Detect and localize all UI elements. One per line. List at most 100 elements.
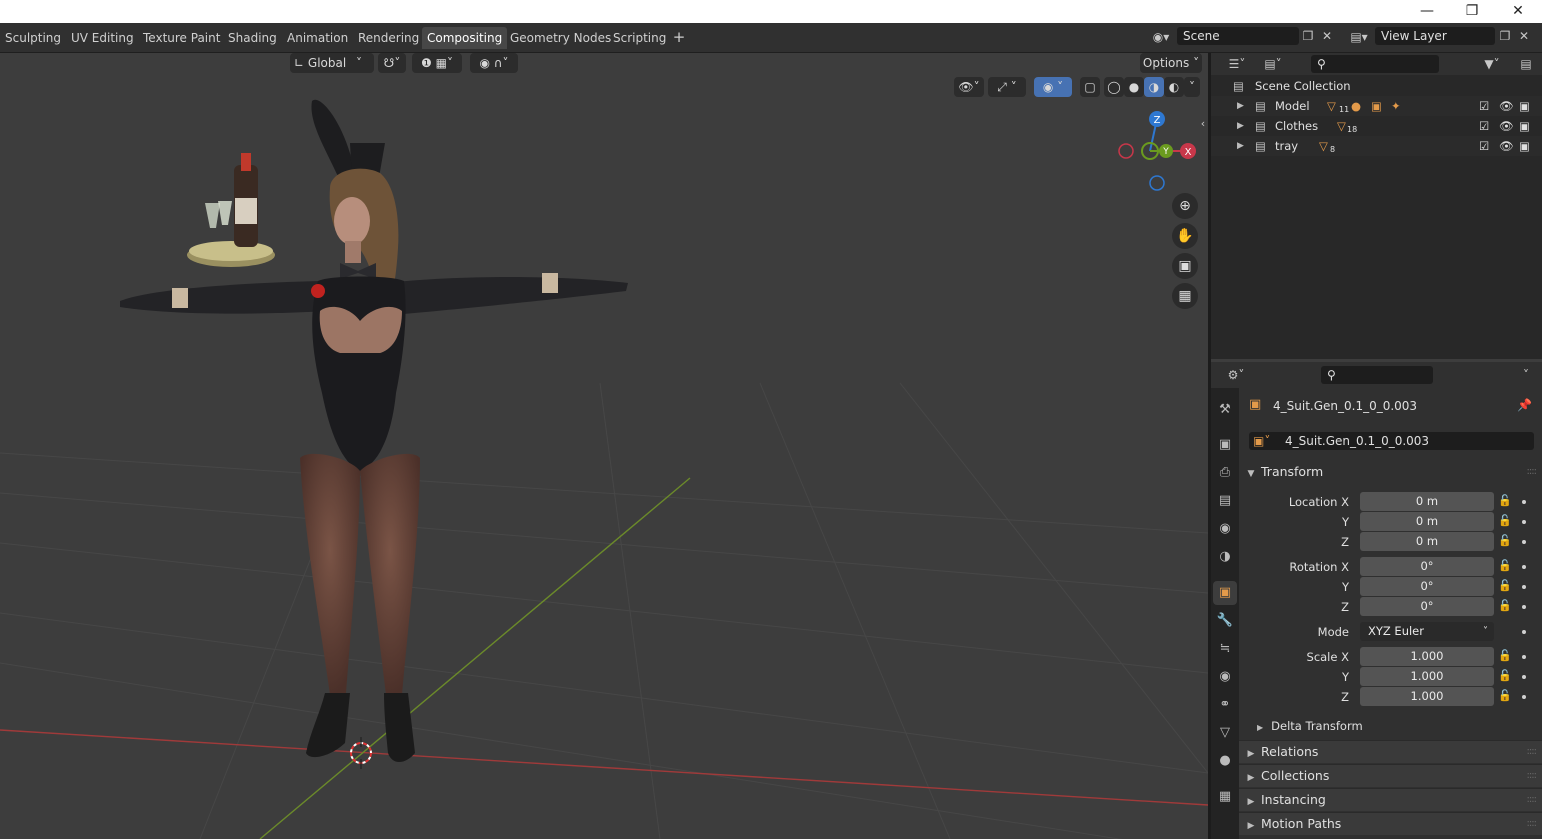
material-shading-icon[interactable]: ◑	[1144, 77, 1164, 97]
delta-transform-subpanel[interactable]: ▶ Delta Transform	[1257, 719, 1363, 733]
rotation-x-field[interactable]: 0°	[1360, 557, 1494, 576]
solid-shading-icon[interactable]: ●	[1124, 77, 1144, 97]
world-tab-icon[interactable]: ◑	[1213, 545, 1237, 569]
tab-compositing[interactable]: Compositing	[422, 27, 508, 49]
tab-shading[interactable]: Shading	[223, 27, 282, 49]
visibility-icon[interactable]: 👁˅	[954, 77, 984, 97]
lock-icon[interactable]: 🔓	[1498, 514, 1512, 527]
drag-handle-icon[interactable]: ::::	[1527, 461, 1538, 483]
wireframe-shading-icon[interactable]: ◯	[1104, 77, 1124, 97]
pin-icon[interactable]: 📌	[1517, 398, 1532, 412]
new-view-layer-icon[interactable]: ❐	[1496, 27, 1514, 45]
expand-arrow-icon[interactable]: ▶	[1237, 116, 1244, 136]
eye-icon[interactable]: 👁	[1499, 116, 1514, 136]
object-tab-icon[interactable]: ▣	[1213, 581, 1237, 605]
camera-view-icon[interactable]: ▣	[1172, 253, 1198, 279]
texture-tab-icon[interactable]: ▦	[1213, 785, 1237, 809]
exclude-checkbox-icon[interactable]: ☑	[1479, 96, 1489, 116]
rendered-shading-icon[interactable]: ◐	[1164, 77, 1184, 97]
keyframe-dot-icon[interactable]	[1522, 500, 1526, 504]
filter-icon[interactable]: ▼˅	[1477, 55, 1507, 73]
editor-type-icon[interactable]: ☰˅	[1223, 55, 1251, 73]
delete-view-layer-icon[interactable]: ✕	[1515, 27, 1533, 45]
motion-paths-panel-header[interactable]: ▶ Motion Paths ::::	[1239, 812, 1542, 835]
keyframe-dot-icon[interactable]	[1522, 565, 1526, 569]
restore-icon[interactable]: ❐	[1449, 0, 1495, 23]
render-camera-icon[interactable]: ▣	[1519, 96, 1530, 116]
scale-z-field[interactable]: 1.000	[1360, 687, 1494, 706]
keyframe-dot-icon[interactable]	[1522, 540, 1526, 544]
outliner-row-tray[interactable]: ▶ ▤ tray ▽ 8 ☑ 👁 ▣	[1211, 136, 1542, 156]
lock-icon[interactable]: 🔓	[1498, 669, 1512, 682]
view-layer-field[interactable]: View Layer	[1375, 27, 1495, 45]
drag-handle-icon[interactable]: ::::	[1527, 765, 1538, 787]
overlays-icon[interactable]: ◉ ˅	[1034, 77, 1072, 97]
tab-geometry-nodes[interactable]: Geometry Nodes	[505, 27, 616, 49]
properties-editor-type-icon[interactable]: ⚙˅	[1221, 366, 1251, 384]
transform-panel-header[interactable]: ▼ Transform ::::	[1239, 461, 1542, 483]
properties-menu-chevron-icon[interactable]: ˅	[1516, 366, 1536, 384]
lock-icon[interactable]: 🔓	[1498, 599, 1512, 612]
location-y-field[interactable]: 0 m	[1360, 512, 1494, 531]
lock-icon[interactable]: 🔓	[1498, 534, 1512, 547]
options-dropdown[interactable]: Options ˅	[1140, 53, 1202, 73]
particles-tab-icon[interactable]: ≒	[1213, 637, 1237, 661]
proportional-editing-icon[interactable]: ◉ ∩˅	[470, 53, 518, 73]
lock-icon[interactable]: 🔓	[1498, 689, 1512, 702]
pan-hand-icon[interactable]: ✋	[1172, 223, 1198, 249]
drag-handle-icon[interactable]: ::::	[1527, 741, 1538, 763]
tab-rendering[interactable]: Rendering	[353, 27, 424, 49]
drag-handle-icon[interactable]: ::::	[1527, 813, 1538, 835]
tab-texture-paint[interactable]: Texture Paint	[138, 27, 225, 49]
drag-handle-icon[interactable]: ::::	[1527, 789, 1538, 811]
exclude-checkbox-icon[interactable]: ☑	[1479, 136, 1489, 156]
physics-tab-icon[interactable]: ◉	[1213, 665, 1237, 689]
gizmo-toggle-icon[interactable]: ⤢ ˅	[988, 77, 1026, 97]
render-tab-icon[interactable]: ▣	[1213, 433, 1237, 457]
close-icon[interactable]: ✕	[1495, 0, 1541, 23]
perspective-grid-icon[interactable]: ▦	[1172, 283, 1198, 309]
sidebar-toggle-icon[interactable]: ‹	[1198, 115, 1208, 133]
scene-tab-icon[interactable]: ◉	[1213, 517, 1237, 541]
outliner-row-model[interactable]: ▶ ▤ Model ▽ 11 ● ▣ ✦ ☑ 👁 ▣	[1211, 96, 1542, 116]
zoom-icon[interactable]: ⊕	[1172, 193, 1198, 219]
scene-selector-icon[interactable]: ◉▾	[1148, 28, 1174, 46]
keyframe-dot-icon[interactable]	[1522, 520, 1526, 524]
constraints-tab-icon[interactable]: ⚭	[1213, 693, 1237, 717]
exclude-checkbox-icon[interactable]: ☑	[1479, 116, 1489, 136]
outliner-row-clothes[interactable]: ▶ ▤ Clothes ▽ 18 ☑ 👁 ▣	[1211, 116, 1542, 136]
relations-panel-header[interactable]: ▶ Relations ::::	[1239, 740, 1542, 763]
keyframe-dot-icon[interactable]	[1522, 630, 1526, 634]
view-layer-selector-icon[interactable]: ▤▾	[1346, 28, 1372, 46]
snap-icon[interactable]: ❶ ▦˅	[412, 53, 462, 73]
keyframe-dot-icon[interactable]	[1522, 675, 1526, 679]
render-camera-icon[interactable]: ▣	[1519, 116, 1530, 136]
tool-tab-icon[interactable]: ⚒	[1213, 398, 1237, 422]
keyframe-dot-icon[interactable]	[1522, 655, 1526, 659]
lock-icon[interactable]: 🔓	[1498, 494, 1512, 507]
location-x-field[interactable]: 0 m	[1360, 492, 1494, 511]
rotation-mode-dropdown[interactable]: XYZ Euler ˅	[1360, 622, 1494, 641]
add-workspace-button[interactable]: +	[670, 28, 688, 46]
properties-search-input[interactable]: ⚲	[1321, 366, 1433, 384]
shading-options-icon[interactable]: ˅	[1184, 77, 1200, 97]
instancing-panel-header[interactable]: ▶ Instancing ::::	[1239, 788, 1542, 811]
display-mode-icon[interactable]: ▤˅	[1259, 55, 1287, 73]
keyframe-dot-icon[interactable]	[1522, 605, 1526, 609]
location-z-field[interactable]: 0 m	[1360, 532, 1494, 551]
tab-scripting[interactable]: Scripting	[608, 27, 671, 49]
outliner-search-input[interactable]: ⚲	[1311, 55, 1439, 73]
eye-icon[interactable]: 👁	[1499, 136, 1514, 156]
minimize-icon[interactable]: —	[1404, 0, 1450, 23]
view-layer-tab-icon[interactable]: ▤	[1213, 489, 1237, 513]
data-tab-icon[interactable]: ▽	[1213, 721, 1237, 745]
transform-orientation-dropdown[interactable]: ∟ Global ˅	[290, 53, 374, 73]
lock-icon[interactable]: 🔓	[1498, 649, 1512, 662]
keyframe-dot-icon[interactable]	[1522, 585, 1526, 589]
rotation-z-field[interactable]: 0°	[1360, 597, 1494, 616]
render-camera-icon[interactable]: ▣	[1519, 136, 1530, 156]
material-tab-icon[interactable]: ●	[1213, 749, 1237, 773]
modifier-tab-icon[interactable]: 🔧	[1213, 609, 1237, 633]
lock-icon[interactable]: 🔓	[1498, 559, 1512, 572]
lock-icon[interactable]: 🔓	[1498, 579, 1512, 592]
